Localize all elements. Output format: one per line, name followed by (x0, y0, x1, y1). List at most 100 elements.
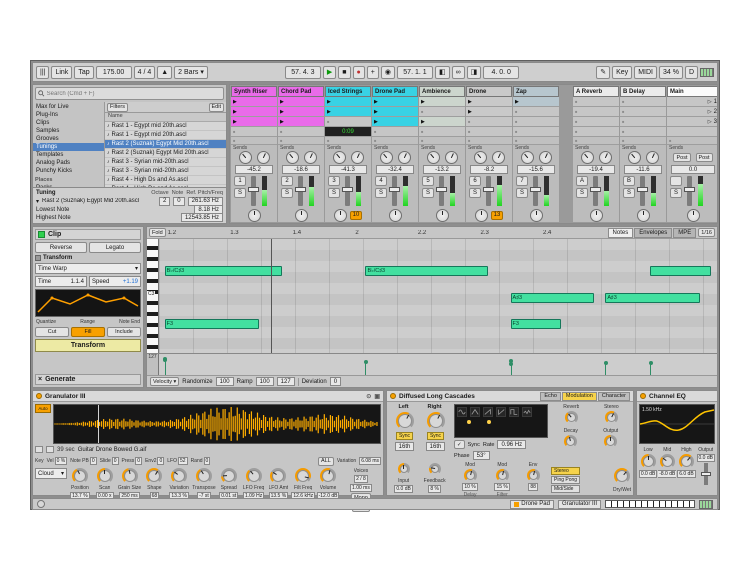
clip-slot[interactable]: ■ (419, 107, 465, 117)
rate-value[interactable]: 0.96 Hz (497, 440, 526, 449)
track-header[interactable]: Iced Strings (325, 86, 371, 97)
quantize-menu[interactable]: 2 Bars ▾ (174, 66, 208, 79)
device-on-icon[interactable] (640, 393, 646, 399)
tab-character[interactable]: Character (598, 392, 630, 401)
browser-category[interactable]: Tunings (33, 143, 104, 151)
midi-note[interactable] (650, 266, 711, 276)
browser-file[interactable]: ♪Rast 4 - High Ds and As.ascl (105, 176, 226, 185)
beat-time-ruler[interactable]: 1.21.31.422.22.32.4 (168, 230, 606, 236)
mod-value[interactable]: 0 % (55, 457, 68, 465)
right-division-value[interactable]: 16th (426, 442, 446, 451)
midi-note[interactable]: F3 (511, 319, 561, 329)
clip-slot[interactable]: ▶ (466, 107, 512, 117)
volume-value[interactable]: -41.3 (329, 165, 367, 174)
send-b-knob[interactable] (351, 151, 364, 164)
knob-dial[interactable] (196, 468, 212, 484)
pan-knob[interactable] (637, 209, 650, 222)
browser-file[interactable]: ♪Rast 2 (Suznak) Egypt Mid 20th.ascl (105, 149, 226, 158)
mod-amount-dial[interactable] (527, 469, 540, 482)
mod-cell-value[interactable]: 88 (528, 483, 538, 491)
left-delay-knob[interactable] (396, 412, 414, 430)
clip-slot[interactable]: ■ (372, 127, 418, 137)
output-knob[interactable] (604, 435, 617, 448)
knob-dial[interactable] (270, 468, 286, 484)
track-number[interactable]: 4 (375, 176, 387, 186)
volume-fader[interactable] (640, 176, 645, 206)
eq-band-value[interactable]: 0.0 dB (639, 470, 657, 478)
mod-waveform-icon[interactable] (496, 407, 506, 417)
volume-fader[interactable] (593, 176, 598, 206)
track-number[interactable]: 5 (422, 176, 434, 186)
clip-slot[interactable]: ■ (620, 107, 666, 117)
file-list-name-header[interactable]: Name (105, 113, 226, 122)
track-header[interactable]: A Reverb (573, 86, 619, 97)
browser-file[interactable]: ♪Rast 1 - Egypt mid 20th.ascl (105, 131, 226, 140)
volume-fader[interactable] (486, 176, 491, 206)
solo-button[interactable]: S (422, 188, 434, 198)
loop-start-field[interactable]: 57. 1. 1 (397, 66, 433, 79)
solo-button[interactable]: S (328, 188, 340, 198)
solo-button[interactable]: S (516, 188, 528, 198)
clip-slot[interactable]: ■ (573, 97, 619, 107)
send-a-knob[interactable] (427, 151, 440, 164)
clip-slot[interactable]: ■ (419, 127, 465, 137)
clip-stop-row[interactable]: ■ (620, 137, 666, 145)
mode-midside[interactable]: Mid/Side (551, 485, 580, 493)
browser-file[interactable]: ♪Rast 3 - Syrian mid-20th.ascl (105, 158, 226, 167)
mod-value[interactable]: 0 (157, 457, 164, 465)
fader-handle[interactable] (530, 187, 541, 192)
transform-apply-button[interactable]: Transform (35, 339, 141, 352)
piano-keys[interactable]: C3 (147, 239, 159, 353)
auto-button[interactable]: Auto (35, 404, 51, 413)
clip-slot[interactable]: ▶ (231, 117, 277, 127)
pan-knob[interactable] (687, 209, 700, 222)
mod-value[interactable]: 0 (135, 457, 142, 465)
solo-button[interactable]: S (670, 188, 682, 198)
send-post-toggle[interactable]: Post (673, 153, 690, 162)
tap-tempo-button[interactable]: Tap (74, 66, 93, 79)
send-a-knob[interactable] (286, 151, 299, 164)
fader-handle[interactable] (436, 187, 447, 192)
clip-slot[interactable]: ▶ (325, 107, 371, 117)
link-button[interactable]: Link (51, 66, 72, 79)
mode-pingpong[interactable]: Ping Pong (551, 476, 580, 484)
volume-value[interactable]: -8.2 (470, 165, 508, 174)
current-track-box[interactable]: Drone Pad (510, 500, 554, 509)
grid-setting[interactable]: 1/16 (698, 228, 715, 237)
send-a-knob[interactable] (239, 151, 252, 164)
eq-gain-fader[interactable] (704, 463, 708, 485)
feedback-knob[interactable] (429, 463, 441, 475)
clip-slot[interactable]: ■ (620, 97, 666, 107)
browser-category[interactable]: Templates (33, 151, 104, 159)
pan-knob[interactable] (334, 209, 347, 222)
track-header[interactable]: Drone Pad (372, 86, 418, 97)
clip-slot[interactable]: ■ (466, 117, 512, 127)
velocity-marker[interactable] (511, 364, 512, 375)
fader-handle[interactable] (590, 187, 601, 192)
clip-slot[interactable]: ■ (573, 127, 619, 137)
filters-button[interactable]: Filters (107, 103, 128, 112)
fader-handle[interactable] (248, 187, 259, 192)
pan-knob[interactable] (248, 209, 261, 222)
volume-fader[interactable] (533, 176, 538, 206)
track-header[interactable]: Ambience (419, 86, 465, 97)
param-button-include[interactable]: Include (107, 327, 141, 337)
tab-mpe[interactable]: MPE (673, 228, 696, 238)
clip-slot[interactable]: ■ (573, 117, 619, 127)
clip-stop-row[interactable]: ■ (231, 137, 277, 145)
volume-fader[interactable] (439, 176, 444, 206)
edit-filters-button[interactable]: Edit (209, 103, 224, 112)
browser-category[interactable]: Max for Live (33, 103, 104, 111)
clip-slot[interactable]: ▶ (278, 117, 324, 127)
solo-button[interactable]: S (375, 188, 387, 198)
mini-keyboard[interactable] (605, 500, 695, 508)
tuning-collapse-icon[interactable]: ▾ (36, 198, 39, 205)
tab-notes[interactable]: Notes (608, 228, 634, 238)
mod-cell-value[interactable]: 10 % (462, 483, 477, 491)
mod-value[interactable]: 0 (90, 457, 97, 465)
tuning-note-value[interactable]: 0 (173, 197, 184, 206)
volume-value[interactable]: -45.2 (235, 165, 273, 174)
send-b-knob[interactable] (492, 151, 505, 164)
send-a-knob[interactable] (628, 151, 641, 164)
tuning-file-name[interactable]: Rast 2 (Suznak) Egypt Mid 20th.ascl (42, 198, 139, 204)
